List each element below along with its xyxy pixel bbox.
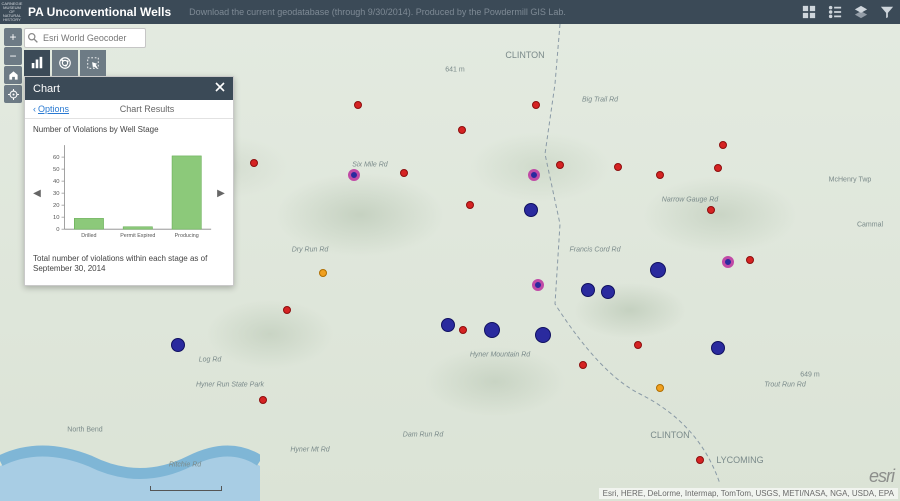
locate-button[interactable] (4, 85, 22, 103)
svg-text:10: 10 (53, 215, 60, 221)
map-label: CLINTON (505, 50, 544, 60)
app-header: CARNEGIE MUSEUM OF NATURAL HISTORY PA Un… (0, 0, 900, 24)
chart-next-button[interactable]: ▶ (217, 188, 225, 199)
chart-title: Number of Violations by Well Stage (33, 125, 225, 134)
map-label: Hyner Run State Park (196, 382, 264, 389)
well-point[interactable] (524, 203, 538, 217)
svg-text:30: 30 (53, 191, 60, 197)
well-point[interactable] (458, 126, 466, 134)
map-label: Trout Run Rd (764, 382, 806, 389)
zoom-out-button[interactable]: − (4, 47, 22, 65)
esri-logo: esri (869, 466, 894, 487)
well-point[interactable] (722, 256, 734, 268)
map-label: LYCOMING (716, 455, 763, 465)
scale-bar (150, 486, 222, 491)
map-label: Dry Run Rd (292, 247, 329, 254)
map-label: Ritchie Rd (169, 462, 201, 469)
well-point[interactable] (441, 318, 455, 332)
filter-icon[interactable] (874, 0, 900, 24)
well-point[interactable] (319, 269, 327, 277)
svg-text:Permit Expired: Permit Expired (120, 233, 155, 239)
svg-text:40: 40 (53, 179, 60, 185)
layers-icon[interactable] (848, 0, 874, 24)
home-extent-button[interactable] (4, 66, 22, 84)
map-label: Log Rd (199, 357, 222, 364)
well-point[interactable] (601, 285, 615, 299)
map-label: 649 m (800, 372, 819, 379)
map-label: Big Trail Rd (582, 97, 618, 104)
search-input[interactable] (41, 32, 141, 44)
close-icon[interactable] (215, 82, 225, 95)
well-point[interactable] (259, 396, 267, 404)
well-point[interactable] (707, 206, 715, 214)
app-subtitle[interactable]: Download the current geodatabase (throug… (189, 7, 566, 17)
well-point[interactable] (579, 361, 587, 369)
options-link[interactable]: Options (38, 104, 69, 114)
chart-panel-header[interactable]: Chart (25, 77, 233, 100)
well-point[interactable] (656, 384, 664, 392)
well-point[interactable] (535, 327, 551, 343)
app-title: PA Unconventional Wells (28, 5, 171, 19)
well-point[interactable] (714, 164, 722, 172)
search-box[interactable] (24, 28, 146, 48)
map-label: Six Mile Rd (352, 162, 387, 169)
analysis-widget-button[interactable] (52, 50, 78, 76)
chart-footer-note: Total number of violations within each s… (33, 254, 225, 275)
well-point[interactable] (528, 169, 540, 181)
map-label: CLINTON (650, 430, 689, 440)
chart-widget-button[interactable] (24, 50, 50, 76)
well-point[interactable] (171, 338, 185, 352)
well-point[interactable] (581, 283, 595, 297)
well-point[interactable] (556, 161, 564, 169)
select-widget-button[interactable] (80, 50, 106, 76)
well-point[interactable] (650, 262, 666, 278)
map-label: North Bend (67, 427, 102, 434)
well-point[interactable] (466, 201, 474, 209)
map-label: 641 m (445, 67, 464, 74)
map-label: Narrow Gauge Rd (662, 197, 718, 204)
zoom-in-button[interactable]: + (4, 28, 22, 46)
well-point[interactable] (696, 456, 704, 464)
svg-text:60: 60 (53, 155, 60, 161)
chart-area: 0 10 20 30 40 50 60 Drilled Permit Expired Produc… (41, 138, 217, 248)
map-label: McHenry Twp (829, 177, 872, 184)
well-point[interactable] (250, 159, 258, 167)
svg-text:Producing: Producing (175, 233, 199, 239)
map-attribution: Esri, HERE, DeLorme, Intermap, TomTom, U… (599, 488, 898, 499)
zoom-controls: + − (4, 28, 22, 104)
well-point[interactable] (656, 171, 664, 179)
map-label: Hyner Mt Rd (290, 447, 329, 454)
museum-logo: CARNEGIE MUSEUM OF NATURAL HISTORY (0, 0, 24, 24)
well-point[interactable] (711, 341, 725, 355)
map-label: Cammal (857, 222, 883, 229)
back-caret-icon[interactable]: ‹ (33, 104, 36, 114)
well-point[interactable] (484, 322, 500, 338)
map-label: Hyner Mountain Rd (470, 352, 530, 359)
well-point[interactable] (459, 326, 467, 334)
basemap-gallery-icon[interactable] (796, 0, 822, 24)
chart-panel-title: Chart (33, 83, 60, 95)
well-point[interactable] (634, 341, 642, 349)
search-icon (25, 33, 41, 43)
map-label: Dam Run Rd (403, 432, 443, 439)
well-point[interactable] (532, 101, 540, 109)
chart-results-label: Chart Results (69, 104, 225, 114)
well-point[interactable] (532, 279, 544, 291)
well-point[interactable] (746, 256, 754, 264)
legend-list-icon[interactable] (822, 0, 848, 24)
svg-text:50: 50 (53, 167, 60, 173)
well-point[interactable] (719, 141, 727, 149)
svg-text:20: 20 (53, 203, 60, 209)
well-point[interactable] (348, 169, 360, 181)
svg-text:Drilled: Drilled (81, 233, 96, 239)
chart-prev-button[interactable]: ◀ (33, 188, 41, 199)
svg-text:0: 0 (56, 227, 60, 233)
well-point[interactable] (354, 101, 362, 109)
widget-bar (24, 50, 108, 76)
well-point[interactable] (614, 163, 622, 171)
well-point[interactable] (283, 306, 291, 314)
chart-panel: Chart ‹ Options Chart Results Number of … (24, 76, 234, 286)
map-label: Francis Cord Rd (570, 247, 621, 254)
well-point[interactable] (400, 169, 408, 177)
